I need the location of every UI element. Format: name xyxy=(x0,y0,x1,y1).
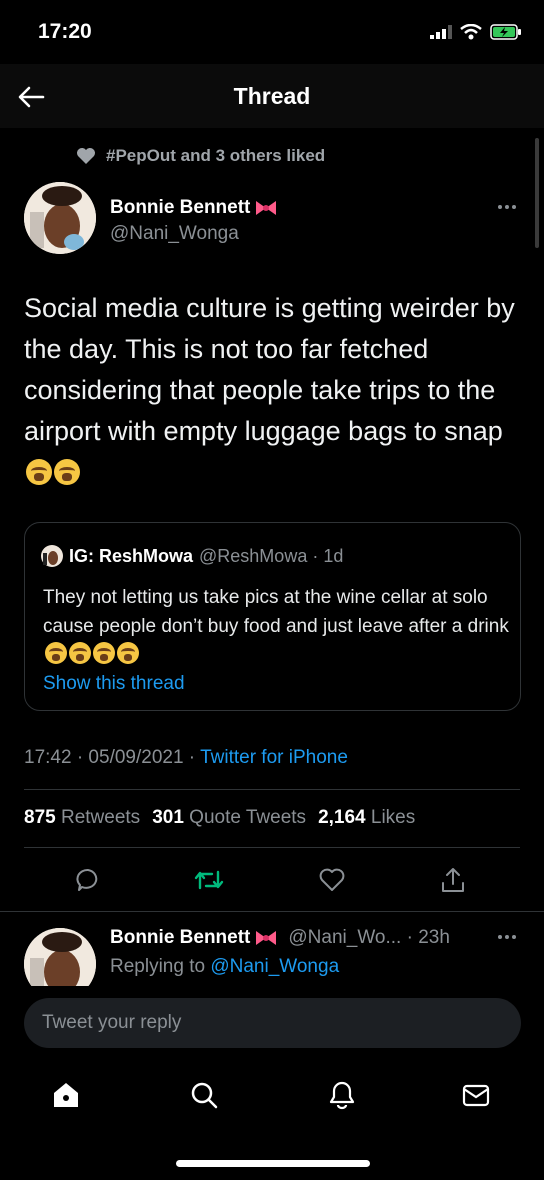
notifications-icon xyxy=(329,1081,355,1110)
nav-search[interactable] xyxy=(186,1077,222,1113)
crying-face-emoji xyxy=(93,642,115,664)
tweet-meta: 17:42 · 05/09/2021 · Twitter for iPhone xyxy=(24,747,348,769)
divider xyxy=(24,847,520,848)
reply-button[interactable] xyxy=(72,864,104,896)
author-handle[interactable]: @Nani_Wonga xyxy=(110,223,239,245)
dot xyxy=(512,935,516,939)
signal-icon xyxy=(430,25,452,39)
divider xyxy=(0,911,544,912)
app-header: Thread xyxy=(0,64,544,128)
like-button[interactable] xyxy=(316,864,348,896)
retweet-button[interactable] xyxy=(193,864,225,896)
quoted-author-handle: @ReshMowa · 1d xyxy=(199,545,344,566)
crying-face-emoji xyxy=(54,459,80,485)
battery-icon xyxy=(490,24,521,40)
social-context[interactable]: #PepOut and 3 others liked xyxy=(76,146,325,166)
replying-to: Replying to @Nani_Wonga xyxy=(110,956,340,977)
quote-tweets-stat[interactable]: 301 Quote Tweets xyxy=(152,807,306,829)
divider xyxy=(24,789,520,790)
dot xyxy=(498,935,502,939)
nav-messages[interactable] xyxy=(458,1077,494,1113)
retweets-stat[interactable]: 875 Retweets xyxy=(24,807,140,829)
author-name[interactable]: Bonnie Bennett xyxy=(110,197,278,219)
share-icon xyxy=(442,868,464,892)
dot xyxy=(505,205,509,209)
reply-input[interactable]: Tweet your reply xyxy=(24,998,521,1048)
avatar[interactable] xyxy=(24,182,96,254)
status-icons xyxy=(430,24,522,40)
social-context-text: #PepOut and 3 others liked xyxy=(106,146,326,165)
reply-author-name[interactable]: Bonnie Bennett @Nani_Wo... · 23h xyxy=(110,927,450,949)
messages-icon xyxy=(462,1084,490,1107)
dot xyxy=(512,205,516,209)
crying-face-emoji xyxy=(69,642,91,664)
quoted-tweet[interactable]: IG: ReshMowa @ReshMowa · 1d They not let… xyxy=(24,522,521,711)
quoted-tweet-text: They not letting us take pics at the win… xyxy=(43,583,513,670)
home-indicator[interactable] xyxy=(176,1160,370,1167)
status-bar: 17:20 xyxy=(0,0,544,64)
tweet-text: Social media culture is getting weirder … xyxy=(24,288,524,493)
quoted-avatar xyxy=(41,545,63,567)
share-button[interactable] xyxy=(437,864,469,896)
likes-stat[interactable]: 2,164 Likes xyxy=(318,807,415,829)
reply-icon xyxy=(76,869,98,891)
nav-home[interactable] xyxy=(48,1077,84,1113)
replying-to-link[interactable]: @Nani_Wonga xyxy=(210,956,339,977)
tweet-source-link[interactable]: Twitter for iPhone xyxy=(200,747,348,768)
quoted-tweet-header: IG: ReshMowa @ReshMowa · 1d xyxy=(41,545,343,567)
reply-more-options-button[interactable] xyxy=(498,935,516,939)
status-time: 17:20 xyxy=(38,20,92,43)
bow-emoji-icon xyxy=(256,931,277,945)
tweet-stats: 875 Retweets 301 Quote Tweets 2,164 Like… xyxy=(24,807,415,829)
like-icon xyxy=(319,868,345,891)
crying-face-emoji xyxy=(117,642,139,664)
page-title: Thread xyxy=(233,83,311,109)
search-icon xyxy=(191,1082,218,1109)
nav-notifications[interactable] xyxy=(324,1077,360,1113)
more-options-button[interactable] xyxy=(498,205,516,209)
reply-author-handle: @Nani_Wo... · 23h xyxy=(288,927,450,948)
dot xyxy=(498,205,502,209)
bow-emoji-icon xyxy=(256,201,277,215)
heart-icon xyxy=(77,148,95,164)
tweet-timestamp: 17:42 · 05/09/2021 · xyxy=(24,747,201,768)
quoted-author-name: IG: ReshMowa xyxy=(69,545,194,566)
crying-face-emoji xyxy=(45,642,67,664)
home-icon xyxy=(54,1083,78,1107)
wifi-icon xyxy=(460,24,482,40)
retweet-icon xyxy=(194,870,224,890)
avatar-image xyxy=(24,182,96,254)
show-thread-link[interactable]: Show this thread xyxy=(43,673,185,695)
crying-face-emoji xyxy=(26,459,52,485)
dot xyxy=(505,935,509,939)
scrollbar[interactable] xyxy=(535,138,539,248)
